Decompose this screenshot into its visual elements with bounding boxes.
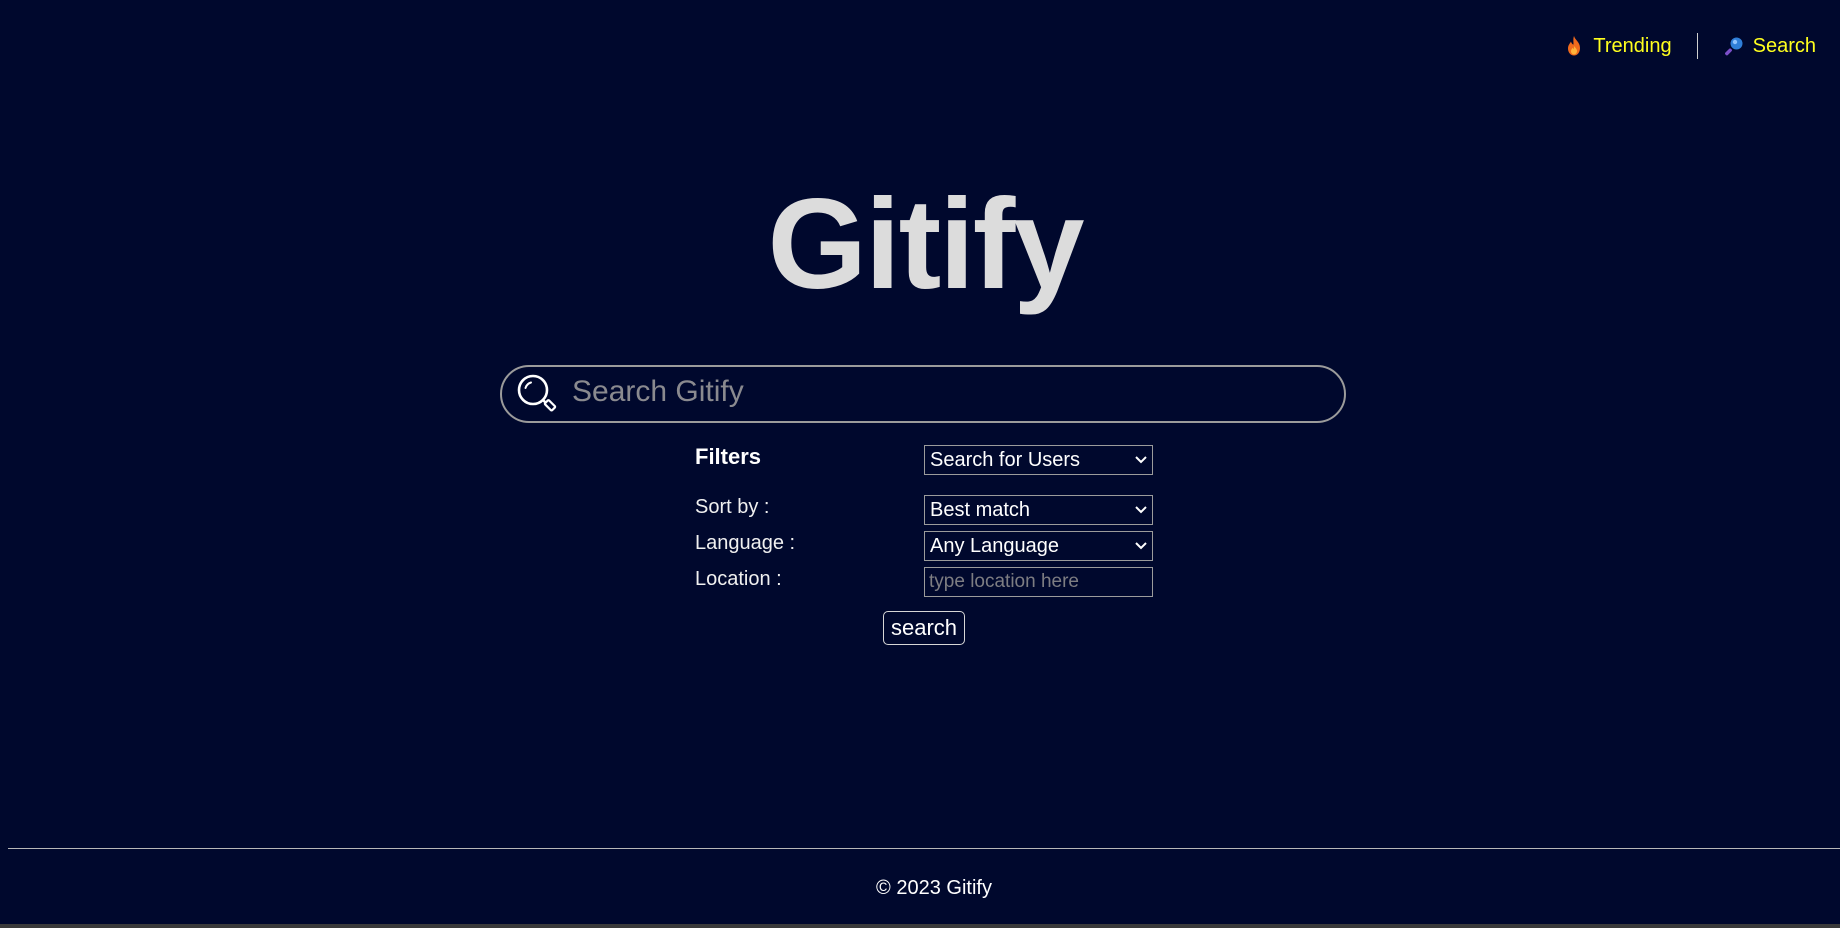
location-input[interactable] [927,570,1152,594]
site-logo: Gitify [767,173,1084,316]
sort-label: Sort by : [695,496,770,518]
sort-row: Sort by : Best match [695,495,1155,526]
top-nav: Trending Search [1563,33,1816,59]
chevron-down-icon [1135,506,1147,514]
search-type-value: Search for Users [930,448,1081,471]
nav-trending-link[interactable]: Trending [1563,34,1672,58]
footer-copyright: © 2023 Gitify [876,877,992,899]
search-type-select[interactable]: Search for Users [924,445,1153,475]
language-value: Any Language [930,534,1060,557]
filters-heading-row: Filters Search for Users [695,444,1155,475]
chevron-down-icon [1135,456,1147,464]
sort-select[interactable]: Best match [924,495,1153,525]
filters-heading: Filters [695,444,762,469]
main-search-input[interactable] [572,375,1344,409]
search-button[interactable]: search [883,611,965,645]
location-label: Location : [695,568,782,590]
location-field[interactable] [924,567,1153,597]
page: Trending Search Gitify Search Gitify Fil… [0,0,1840,924]
sort-value: Best match [930,498,1031,521]
nav-divider [1696,33,1698,59]
chevron-down-icon [1135,542,1147,550]
fire-icon [1563,35,1585,57]
language-select[interactable]: Any Language [924,531,1153,561]
location-row: Location : [695,567,1155,598]
main-search-bar[interactable] [500,365,1346,423]
language-label: Language : [695,532,796,554]
nav-search-label: Search [1752,34,1816,57]
nav-search-link[interactable]: Search [1723,35,1816,58]
magnifier-icon [1723,35,1745,57]
language-row: Language : Any Language [695,531,1155,562]
footer-divider [8,848,1840,849]
nav-trending-label: Trending [1593,34,1672,57]
search-icon [516,373,558,415]
